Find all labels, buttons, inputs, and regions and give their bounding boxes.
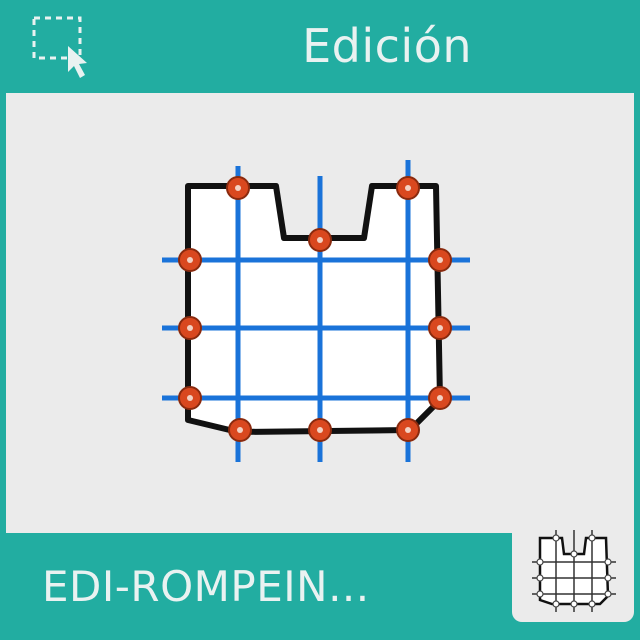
mesh-warp-icon: [150, 148, 490, 478]
mesh-thumbnail-icon: [532, 530, 616, 612]
tool-card[interactable]: Edición EDI-ROMPEIN...: [0, 0, 640, 640]
category-title: Edición: [302, 19, 472, 73]
thumbnail-badge: [512, 518, 634, 622]
tool-name-label: EDI-ROMPEIN...: [42, 562, 370, 611]
card-header: Edición: [0, 0, 640, 92]
